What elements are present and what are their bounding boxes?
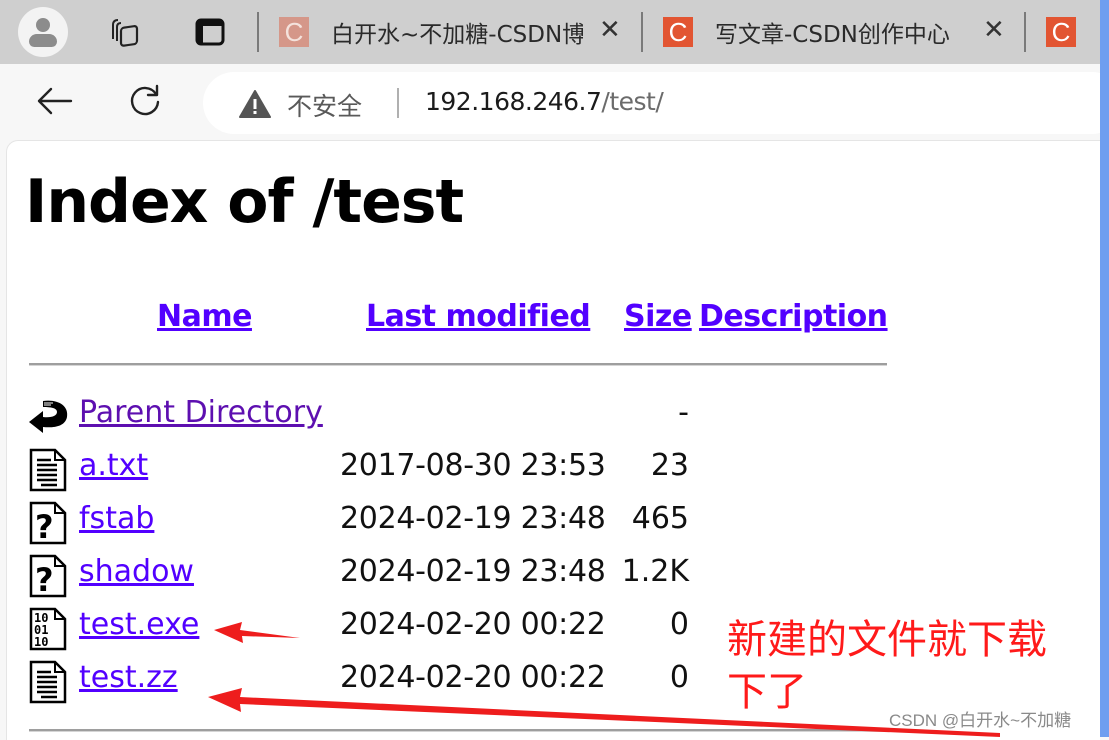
tab-separator [641,12,643,52]
vertical-tabs-button[interactable] [192,14,228,50]
unknown-file-icon: ? [29,554,67,598]
column-header-last-modified[interactable]: Last modified [366,299,591,334]
file-date: 2024-02-19 23:48 [340,501,606,536]
tab-csdn-blog[interactable]: C 白开水~不加糖-CSDN博 ✕ [279,12,629,52]
table-row: ? fstab 2024-02-19 23:48 465 [27,499,707,545]
unknown-file-icon: ? [29,501,67,545]
table-row: 10 01 10 test.exe 2024-02-20 00:22 0 [27,605,707,651]
address-toolbar: 不安全 192.168.246.7/test/ [0,64,1109,140]
file-link-shadow[interactable]: shadow [79,554,194,589]
column-header-description[interactable]: Description [699,299,888,334]
tab-layout-icon [195,18,225,46]
file-size: 0 [669,607,689,642]
file-link-parent-directory[interactable]: Parent Directory [79,395,323,430]
reload-icon [130,84,160,116]
tab-csdn-third[interactable]: C [1046,12,1100,52]
tab-separator [1024,12,1026,52]
file-link-test-exe[interactable]: test.exe [79,607,199,642]
url-path: /test/ [601,87,664,116]
footer-divider [29,729,887,731]
back-icon [29,400,68,433]
file-date: 2024-02-19 23:48 [340,554,606,589]
file-size: 1.2K [621,554,689,589]
csdn-favicon: C [663,17,693,47]
security-status[interactable]: 不安全 [287,87,362,123]
workspaces-button[interactable] [106,14,142,50]
file-size: 0 [669,660,689,695]
column-header-size[interactable]: Size [624,299,692,334]
file-size: 23 [650,448,689,483]
back-arrow-icon [37,87,73,115]
workspaces-icon [112,19,139,47]
tab-separator [257,12,259,52]
file-link-test-zz[interactable]: test.zz [79,660,178,695]
file-date: 2024-02-20 00:22 [340,607,606,642]
url-host: 192.168.246.7 [425,87,602,116]
svg-text:10: 10 [34,635,48,649]
text-file-icon [29,448,67,492]
table-row: ? shadow 2024-02-19 23:48 1.2K [27,552,707,598]
window-edge [1100,0,1109,737]
table-row: Parent Directory - [27,393,707,439]
address-bar[interactable]: 不安全 192.168.246.7/test/ [203,72,1109,134]
omnibox-separator [397,88,399,118]
file-link-fstab[interactable]: fstab [79,501,154,536]
binary-file-icon: 10 01 10 [29,607,67,651]
svg-text:?: ? [35,508,54,545]
csdn-favicon: C [1046,17,1076,47]
file-date: 2017-08-30 23:53 [340,448,606,483]
watermark: CSDN @白开水~不加糖 [889,711,1072,730]
table-row: a.txt 2017-08-30 23:53 23 [27,446,707,492]
file-size: - [678,395,689,430]
file-date: 2024-02-20 00:22 [340,660,606,695]
header-divider [29,363,887,365]
profile-avatar[interactable] [18,7,68,57]
text-file-icon [29,660,67,704]
file-size: 465 [631,501,689,536]
table-row: test.zz 2024-02-20 00:22 0 [27,658,707,704]
page-title: Index of /test [25,167,464,237]
tab-title: 白开水~不加糖-CSDN博 [331,22,583,48]
reload-button[interactable] [125,81,165,121]
tab-title: 写文章-CSDN创作中心 [715,22,950,48]
annotation-note: 新建的文件就下载下了 [727,617,1047,715]
back-button[interactable] [34,81,74,121]
avatar-body-shape [29,34,57,47]
tab-strip: C 白开水~不加糖-CSDN博 ✕ C 写文章-CSDN创作中心 ✕ C [0,0,1100,64]
url-text[interactable]: 192.168.246.7/test/ [425,87,664,116]
svg-text:?: ? [35,561,54,598]
warning-icon [239,90,271,118]
column-header-name[interactable]: Name [157,299,252,334]
avatar-head-shape [36,18,50,32]
csdn-favicon: C [279,17,309,47]
close-tab-icon[interactable]: ✕ [599,15,621,45]
close-tab-icon[interactable]: ✕ [983,15,1005,45]
tab-csdn-editor[interactable]: C 写文章-CSDN创作中心 ✕ [663,12,1013,52]
file-link-a-txt[interactable]: a.txt [79,448,148,483]
